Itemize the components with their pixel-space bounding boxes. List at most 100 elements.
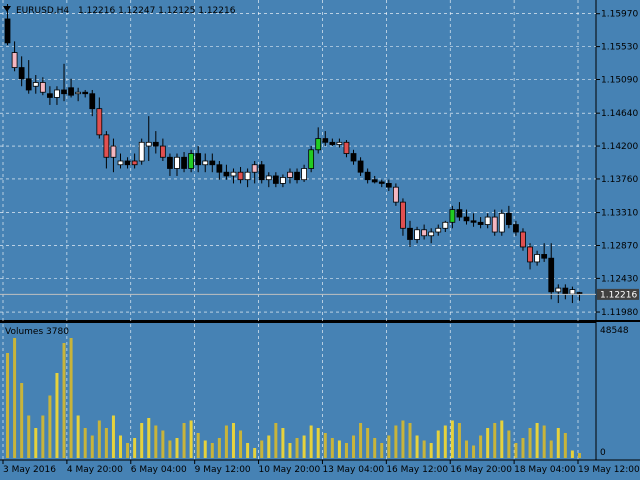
volume-bar (27, 415, 31, 458)
volume-bar (267, 435, 271, 458)
volume-bar (210, 443, 214, 458)
candle-body (25, 78, 32, 91)
candle-body (209, 160, 216, 166)
time-tick-label: 13 May 04:00 (322, 465, 384, 475)
volume-bar (34, 428, 38, 458)
volume-max-label: 48548 (600, 326, 629, 336)
volume-bar (387, 435, 391, 458)
volume-bar (246, 443, 250, 458)
volume-bar (274, 423, 278, 458)
volume-bar (408, 423, 412, 458)
volume-bar (239, 430, 243, 458)
candle-body (400, 201, 406, 229)
candle-body (364, 171, 371, 181)
candle-body (103, 134, 110, 158)
time-tick-label: 10 May 20:00 (259, 465, 321, 475)
candle-body (350, 153, 357, 162)
candle (393, 183, 399, 206)
candle-body (513, 224, 519, 233)
volume-bar (90, 435, 94, 458)
candle-body (463, 216, 470, 222)
candle-body (378, 181, 385, 184)
candle-body (152, 141, 159, 147)
volume-bar (366, 428, 370, 458)
candle-body (442, 221, 449, 229)
candle-body (68, 87, 74, 96)
volume-bar (380, 443, 384, 458)
candle-body (244, 171, 251, 181)
volume-bar (521, 438, 525, 458)
time-tick-label: 18 May 04:00 (514, 465, 576, 475)
candle-body (39, 82, 46, 93)
volume-bar (507, 430, 511, 458)
candle-body (562, 287, 569, 295)
candle-body (124, 160, 131, 166)
price-tick-label: 1.15530 (601, 43, 638, 53)
chart-canvas[interactable]: 1.15970 1.15530 1.15090 1.14640 1.14200 1.137… (0, 0, 640, 480)
volume-bar (563, 433, 567, 458)
chart-header[interactable]: EURUSD,H4 1.12216 1.12247 1.12125 1.1221… (3, 6, 236, 16)
volume-bar (48, 395, 52, 458)
candle-body (315, 138, 322, 151)
price-tick-label: 1.14200 (601, 142, 638, 152)
volume-bar (359, 423, 363, 458)
candle-body (117, 160, 124, 166)
candle-body (96, 108, 103, 136)
price-tick-label: 1.11980 (601, 308, 638, 318)
candle-body (89, 93, 96, 110)
volume-bar (457, 423, 461, 458)
volume-bar (401, 420, 405, 458)
candle-body (223, 171, 230, 177)
volumes-title: Volumes 3780 (5, 327, 69, 337)
volume-bar (224, 425, 228, 458)
volume-bar (13, 338, 17, 458)
candle-body (456, 209, 463, 218)
candle-body (322, 138, 329, 143)
price-tick-label: 1.14640 (601, 109, 638, 119)
candle-body (202, 160, 209, 166)
volume-bar (486, 428, 490, 458)
time-tick-label: 16 May 12:00 (386, 465, 448, 475)
volume-bar (62, 343, 66, 458)
volume-zero-label: 0 (600, 448, 606, 458)
candle-body (470, 220, 477, 223)
volume-bar (133, 438, 137, 458)
candle-body (110, 145, 117, 158)
price-panel[interactable] (0, 0, 596, 320)
candle-body (188, 153, 194, 169)
candle-body (145, 141, 152, 147)
candle-body (294, 171, 300, 181)
volume-bar (352, 435, 356, 458)
volume-bar (104, 428, 108, 458)
candle (520, 228, 526, 251)
volume-bar (493, 423, 497, 458)
candle-body (343, 141, 350, 154)
volume-bar (309, 425, 313, 458)
candle-body (421, 229, 427, 237)
candle-body (569, 289, 576, 295)
volume-bar (281, 428, 285, 458)
candle-body (301, 168, 307, 181)
candle-body (371, 179, 378, 183)
candle-body (138, 141, 145, 162)
candle-body (216, 164, 223, 173)
volume-bar (373, 438, 377, 458)
candle-body (527, 246, 533, 263)
candle-body (484, 216, 491, 225)
volume-bar (217, 438, 221, 458)
candle-body (18, 67, 25, 80)
ohlc-label: 1.12216 1.12247 1.12125 1.12216 (78, 6, 236, 16)
volume-bar (154, 425, 158, 458)
candle (138, 138, 145, 165)
volume-bar (415, 435, 419, 458)
candle-body (258, 164, 265, 181)
volume-bar (189, 420, 193, 458)
candle-body (131, 160, 138, 166)
volume-bar (316, 428, 320, 458)
time-tick-label: 4 May 20:00 (67, 465, 123, 475)
candle-body (195, 153, 202, 166)
candle-body (287, 171, 293, 178)
candle-body (75, 91, 82, 95)
volume-bar (535, 423, 539, 458)
candle-body (32, 82, 39, 87)
